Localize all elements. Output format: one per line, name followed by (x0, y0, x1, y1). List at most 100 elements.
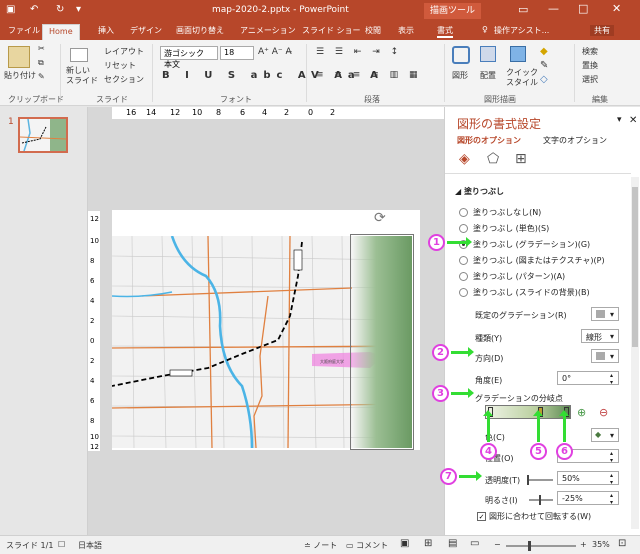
customize-icon[interactable]: ▾ (76, 4, 81, 15)
fill-solid-radio[interactable] (459, 224, 468, 233)
shapes-button[interactable]: 図形 (452, 70, 468, 81)
shape-fill-icon[interactable]: ◆ (540, 46, 548, 57)
fill-background-label[interactable]: 塗りつぶし (スライドの背景)(B) (473, 287, 590, 298)
paste-button[interactable]: 貼り付け (4, 70, 36, 81)
quick-style-button[interactable]: クイック スタイル (506, 68, 538, 88)
spelling-icon[interactable]: ☐ (58, 540, 65, 549)
shape-effects-icon[interactable]: ◇ (540, 74, 548, 85)
effects-icon[interactable]: ⬠ (487, 151, 499, 167)
close-icon[interactable]: ✕ (612, 2, 621, 15)
minimize-icon[interactable]: — (548, 2, 559, 15)
fill-picture-label[interactable]: 塗りつぶし (図またはテクスチャ)(P) (473, 255, 605, 266)
cut-icon[interactable]: ✂ (38, 44, 45, 53)
direction-dropdown[interactable]: ▾ (591, 349, 619, 363)
tab-slideshow[interactable]: スライド ショー (302, 25, 361, 36)
slide-canvas[interactable]: 大阪府庭大学 ⟳ (112, 210, 420, 450)
arrange-button[interactable]: 配置 (480, 70, 496, 81)
zoom-level[interactable]: 35% (592, 540, 610, 549)
normal-view-icon[interactable]: ▣ (400, 538, 409, 549)
fill-none-label[interactable]: 塗りつぶしなし(N) (473, 207, 541, 218)
zoom-in-icon[interactable]: + (580, 540, 587, 549)
tab-format[interactable]: 書式 (437, 25, 453, 38)
zoom-out-icon[interactable]: − (494, 540, 501, 549)
tab-shape-options[interactable]: 図形のオプション (457, 135, 521, 146)
fill-pattern-label[interactable]: 塗りつぶし (パターン)(A) (473, 271, 565, 282)
transparency-slider[interactable] (527, 475, 553, 485)
redo-icon[interactable]: ↻ (56, 4, 64, 15)
brightness-input[interactable]: -25% ▴ ▾ (557, 491, 619, 506)
slide-thumbnail[interactable] (18, 117, 68, 153)
find-button[interactable]: 検索 (582, 46, 598, 57)
fill-line-icon[interactable]: ◈ (459, 151, 470, 167)
pane-scrollbar[interactable] (631, 177, 639, 529)
new-slide-icon[interactable] (70, 48, 88, 62)
color-dropdown[interactable]: ◆ ▾ (591, 428, 619, 442)
copy-icon[interactable]: ⧉ (38, 58, 44, 68)
shape-outline-icon[interactable]: ✎ (540, 60, 548, 71)
reset-button[interactable]: リセット (104, 60, 136, 71)
format-painter-icon[interactable]: ✎ (38, 72, 45, 81)
fill-solid-label[interactable]: 塗りつぶし (単色)(S) (473, 223, 549, 234)
fill-pattern-radio[interactable] (459, 272, 468, 281)
tab-view[interactable]: 表示 (398, 25, 414, 36)
layout-button[interactable]: レイアウト (104, 46, 144, 57)
replace-button[interactable]: 置換 (582, 60, 598, 71)
font-size-select[interactable]: 18 (220, 46, 254, 60)
language[interactable]: 日本語 (78, 540, 102, 551)
angle-input[interactable]: 0° ▴ ▾ (557, 371, 619, 386)
type-dropdown[interactable]: 線形 ▾ (581, 329, 619, 343)
maximize-icon[interactable]: □ (578, 2, 588, 15)
new-slide-button[interactable]: 新しい スライド (66, 66, 98, 86)
rotate-handle-icon[interactable]: ⟳ (374, 210, 386, 226)
select-button[interactable]: 選択 (582, 74, 598, 85)
tab-insert[interactable]: 挿入 (98, 25, 114, 36)
undo-icon[interactable]: ↶ (30, 4, 38, 15)
fill-gradient-label[interactable]: 塗りつぶし (グラデーション)(G) (473, 239, 590, 250)
tab-file[interactable]: ファイル (8, 25, 40, 36)
size-properties-icon[interactable]: ⊞ (515, 151, 527, 167)
tab-text-options[interactable]: 文字のオプション (543, 135, 607, 146)
transparency-label: 透明度(T) (485, 476, 521, 485)
slideshow-icon[interactable]: ▭ (470, 538, 479, 549)
list-buttons[interactable]: ☰ ☰ ⇤ ⇥ ↕ (316, 47, 402, 57)
remove-stop-icon[interactable]: ⊖ (599, 406, 608, 419)
tell-me-box[interactable]: 操作アシスト... (494, 25, 549, 36)
section-button[interactable]: セクション (104, 74, 144, 85)
arrange-icon[interactable] (480, 46, 496, 62)
tab-home[interactable]: Home (42, 24, 80, 40)
fit-to-window-icon[interactable]: ⊡ (618, 538, 626, 549)
group-paragraph: 段落 (364, 95, 380, 104)
reading-view-icon[interactable]: ▤ (448, 538, 457, 549)
quick-style-icon[interactable] (510, 46, 526, 62)
align-buttons[interactable]: ≡ ≡ ≡ ≡ ▥ ▦ (316, 70, 421, 80)
preset-gradient-dropdown[interactable]: ▾ (591, 307, 619, 321)
tab-review[interactable]: 校閲 (365, 25, 381, 36)
tab-transitions[interactable]: 画面切り替え (176, 25, 224, 36)
brightness-slider[interactable] (529, 495, 553, 505)
rotate-with-shape-checkbox[interactable]: ✓ (477, 512, 486, 521)
tab-design[interactable]: デザイン (130, 25, 162, 36)
pane-close-icon[interactable]: ✕ (629, 115, 637, 126)
shapes-icon[interactable] (452, 46, 470, 64)
slide-sorter-icon[interactable]: ⊞ (424, 538, 432, 549)
notes-button[interactable]: ≐ ノート (304, 540, 337, 551)
rotate-with-shape-label[interactable]: 図形に合わせて回転する(W) (489, 511, 591, 522)
fill-section-header[interactable]: ◢ 塗りつぶし (455, 186, 504, 197)
fill-picture-radio[interactable] (459, 256, 468, 265)
pane-menu-icon[interactable]: ▾ (617, 115, 622, 125)
paste-icon[interactable] (8, 46, 30, 68)
grow-font-icon[interactable]: A⁺ A⁻ A̶ (258, 47, 292, 57)
fill-none-radio[interactable] (459, 208, 468, 217)
ribbon-display-icon[interactable]: ▭ (518, 3, 528, 16)
font-name-select[interactable]: 游ゴシック 本文 (160, 46, 218, 69)
share-button[interactable]: 共有 (590, 25, 614, 36)
save-icon[interactable]: ▣ (6, 4, 15, 15)
selection-box[interactable] (350, 234, 414, 450)
tab-animations[interactable]: アニメーション (240, 25, 296, 36)
zoom-slider[interactable] (506, 541, 576, 551)
add-stop-icon[interactable]: ⊕ (577, 406, 586, 419)
comments-button[interactable]: ▭ コメント (346, 540, 388, 551)
fill-background-radio[interactable] (459, 288, 468, 297)
collapse-icon: ◢ (455, 187, 464, 196)
transparency-input[interactable]: 50% ▴ ▾ (557, 471, 619, 486)
